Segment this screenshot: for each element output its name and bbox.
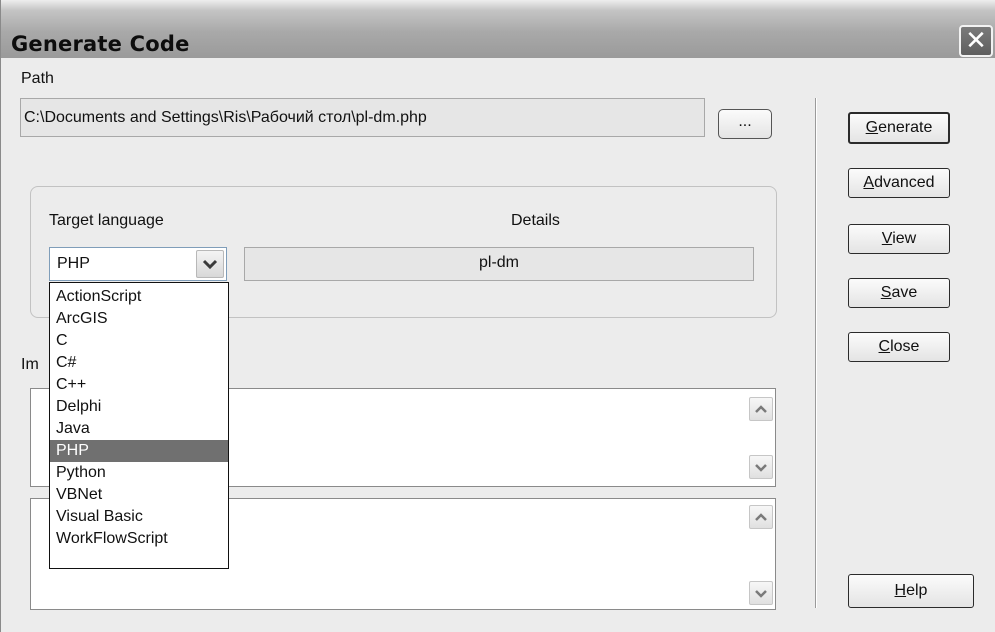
language-option[interactable]: VBNet xyxy=(50,484,228,506)
target-language-label: Target language xyxy=(49,212,164,229)
details-label: Details xyxy=(511,212,560,229)
scroll-up-arrow-icon[interactable] xyxy=(749,505,773,529)
title-bar[interactable]: Generate Code ✕ xyxy=(1,0,995,58)
details-value: pl-dm xyxy=(478,254,519,271)
language-option[interactable]: Python xyxy=(50,462,228,484)
language-option[interactable]: WorkFlowScript xyxy=(50,528,228,550)
language-option[interactable]: Visual Basic xyxy=(50,506,228,528)
dialog-title: Generate Code xyxy=(11,32,190,56)
view-button[interactable]: View xyxy=(848,224,950,254)
language-option[interactable]: C++ xyxy=(50,374,228,396)
close-button[interactable]: Close xyxy=(848,332,950,362)
scroll-up-arrow-icon[interactable] xyxy=(749,397,773,421)
path-label: Path xyxy=(21,70,54,87)
close-icon: ✕ xyxy=(965,26,987,56)
language-dropdown-list: ActionScript ArcGIS C C# C++ Delphi Java… xyxy=(49,282,229,569)
selected-language: PHP xyxy=(57,255,90,272)
language-option[interactable]: C# xyxy=(50,352,228,374)
scroll-down-arrow-icon[interactable] xyxy=(749,455,773,479)
language-option-selected[interactable]: PHP xyxy=(50,440,228,462)
details-field: pl-dm xyxy=(244,247,754,281)
language-option[interactable]: Java xyxy=(50,418,228,440)
help-button[interactable]: Help xyxy=(848,574,974,608)
imports-label: Im xyxy=(21,356,39,373)
scroll-down-arrow-icon[interactable] xyxy=(749,581,773,605)
vertical-separator xyxy=(815,98,817,608)
path-value: C:\Documents and Settings\Ris\Рабочий ст… xyxy=(24,109,427,126)
target-language-select[interactable]: PHP xyxy=(49,247,227,281)
generate-button[interactable]: Generate xyxy=(848,112,950,144)
advanced-button[interactable]: Advanced xyxy=(848,168,950,198)
language-option[interactable]: ArcGIS xyxy=(50,308,228,330)
close-window-button[interactable]: ✕ xyxy=(959,25,993,57)
language-option[interactable]: ActionScript xyxy=(50,286,228,308)
path-field[interactable]: C:\Documents and Settings\Ris\Рабочий ст… xyxy=(20,98,705,137)
generate-code-dialog: Generate Code ✕ Path C:\Documents and Se… xyxy=(0,0,995,632)
save-button[interactable]: Save xyxy=(848,278,950,308)
chevron-down-icon[interactable] xyxy=(196,250,224,278)
language-option[interactable]: C xyxy=(50,330,228,352)
browse-button[interactable]: ... xyxy=(718,109,772,139)
language-option[interactable]: Delphi xyxy=(50,396,228,418)
